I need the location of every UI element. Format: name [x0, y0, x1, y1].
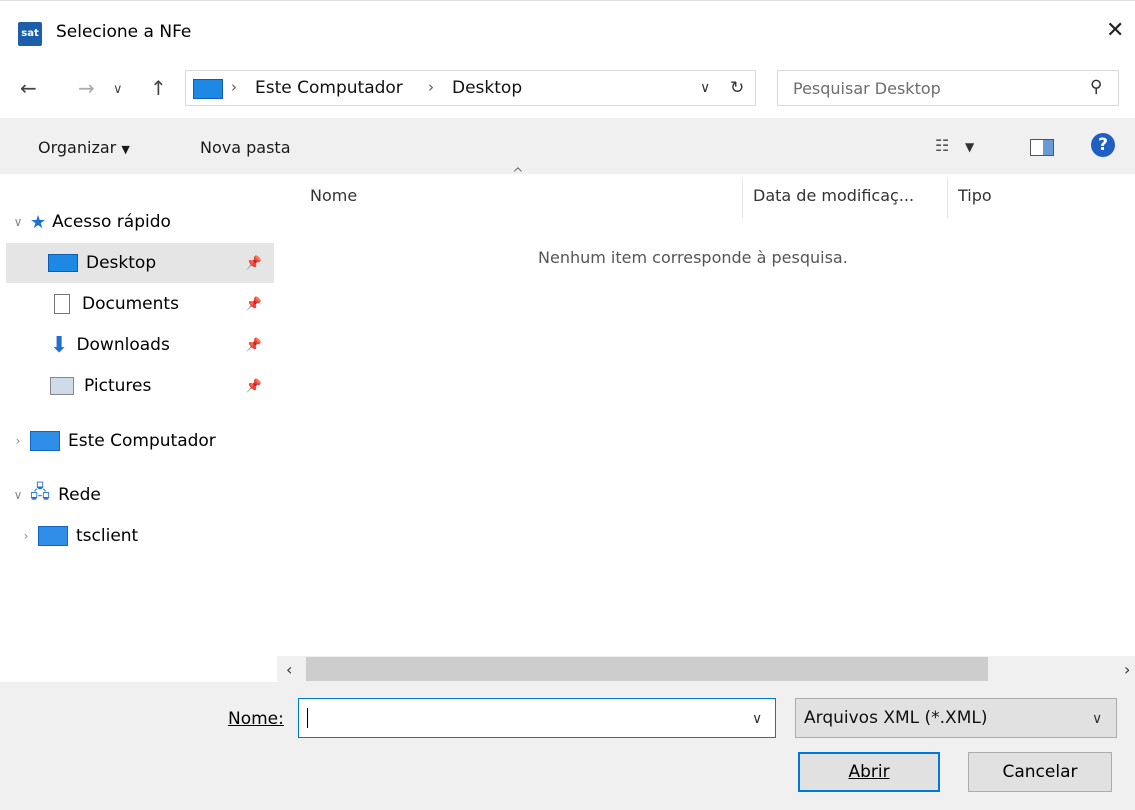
search-icon[interactable]: ⚲: [1090, 77, 1102, 97]
refresh-icon[interactable]: ↻: [730, 78, 744, 98]
filename-dropdown-icon[interactable]: ∨: [752, 711, 762, 727]
tree-this-pc[interactable]: › Este Computador: [6, 421, 274, 461]
forward-icon[interactable]: →: [78, 76, 95, 100]
sort-up-icon: ^: [512, 166, 524, 182]
new-folder-button[interactable]: Nova pasta: [200, 138, 291, 157]
sidebar-item-label: Pictures: [84, 376, 152, 396]
breadcrumb-desktop[interactable]: Desktop: [452, 78, 522, 98]
computer-icon: [193, 79, 223, 99]
file-type-dropdown-icon[interactable]: ∨: [1092, 711, 1102, 727]
tree-label: tsclient: [76, 526, 139, 546]
chevron-right-icon: ›: [231, 78, 237, 96]
sidebar-item-downloads[interactable]: ⬇ Downloads 📌: [6, 325, 274, 365]
preview-pane-icon[interactable]: [1030, 139, 1054, 156]
tree-quick-access[interactable]: ∨ ★ Acesso rápido: [6, 202, 274, 242]
close-icon[interactable]: ✕: [1106, 18, 1124, 43]
network-icon: 🖧: [30, 482, 51, 503]
breadcrumb-este-computador[interactable]: Este Computador: [255, 78, 403, 98]
column-divider[interactable]: [742, 178, 743, 218]
tree-label: Acesso rápido: [52, 212, 171, 232]
scroll-left-icon[interactable]: ‹: [286, 660, 292, 679]
search-placeholder: Pesquisar Desktop: [793, 79, 941, 98]
filename-label: Nome:: [228, 709, 284, 729]
scrollbar-thumb[interactable]: [306, 657, 988, 681]
view-details-icon[interactable]: ☷: [935, 136, 949, 155]
window-title: Selecione a NFe: [56, 22, 192, 42]
pin-icon: 📌: [245, 296, 262, 312]
sidebar-item-pictures[interactable]: Pictures 📌: [6, 366, 274, 406]
column-header-name[interactable]: Nome: [310, 186, 357, 205]
organize-button[interactable]: Organizar ▼: [38, 138, 130, 157]
chevron-right-icon: ›: [428, 78, 434, 96]
desktop-icon: [48, 254, 78, 272]
pin-icon: 📌: [245, 255, 262, 271]
cancel-button[interactable]: Cancelar: [968, 752, 1112, 792]
recent-dropdown-icon[interactable]: ∨: [113, 82, 123, 97]
scroll-right-icon[interactable]: ›: [1124, 660, 1130, 679]
view-dropdown-icon[interactable]: ▼: [965, 140, 974, 154]
document-icon: [54, 294, 70, 314]
expand-chevron-icon[interactable]: ∨: [6, 215, 30, 229]
expand-chevron-icon[interactable]: ∨: [6, 488, 30, 502]
help-icon[interactable]: ?: [1091, 133, 1115, 157]
file-type-value: Arquivos XML (*.XML): [804, 708, 988, 728]
app-icon: sat: [18, 22, 42, 46]
filename-input[interactable]: [298, 698, 776, 738]
computer-icon: [30, 431, 60, 451]
computer-icon: [38, 526, 68, 546]
expand-chevron-icon[interactable]: ›: [14, 529, 38, 543]
tree-label: Rede: [58, 485, 101, 505]
download-arrow-icon: ⬇: [50, 332, 69, 358]
tree-network[interactable]: ∨ 🖧 Rede: [6, 475, 274, 515]
column-divider[interactable]: [947, 178, 948, 218]
expand-chevron-icon[interactable]: ›: [6, 434, 30, 448]
open-button[interactable]: Abrir: [798, 752, 940, 792]
column-header-modified[interactable]: Data de modificaç...: [753, 186, 914, 205]
sidebar-item-documents[interactable]: Documents 📌: [6, 284, 274, 324]
star-icon: ★: [30, 211, 47, 233]
address-dropdown-icon[interactable]: ∨: [700, 80, 710, 96]
tree-label: Este Computador: [68, 431, 216, 451]
sidebar-item-label: Downloads: [76, 335, 170, 355]
sidebar-item-desktop[interactable]: Desktop 📌: [6, 243, 274, 283]
sidebar-item-label: Documents: [82, 294, 179, 314]
pictures-icon: [50, 377, 74, 395]
sidebar-item-label: Desktop: [86, 253, 157, 273]
up-icon[interactable]: ↑: [150, 76, 167, 100]
back-icon[interactable]: ←: [20, 76, 37, 100]
pin-icon: 📌: [245, 337, 262, 353]
tree-tsclient[interactable]: › tsclient: [6, 516, 274, 556]
column-header-type[interactable]: Tipo: [958, 186, 992, 205]
caret-down-icon: ▼: [121, 143, 130, 156]
text-caret: [307, 708, 308, 728]
empty-message: Nenhum item corresponde à pesquisa.: [538, 248, 848, 267]
pin-icon: 📌: [245, 378, 262, 394]
